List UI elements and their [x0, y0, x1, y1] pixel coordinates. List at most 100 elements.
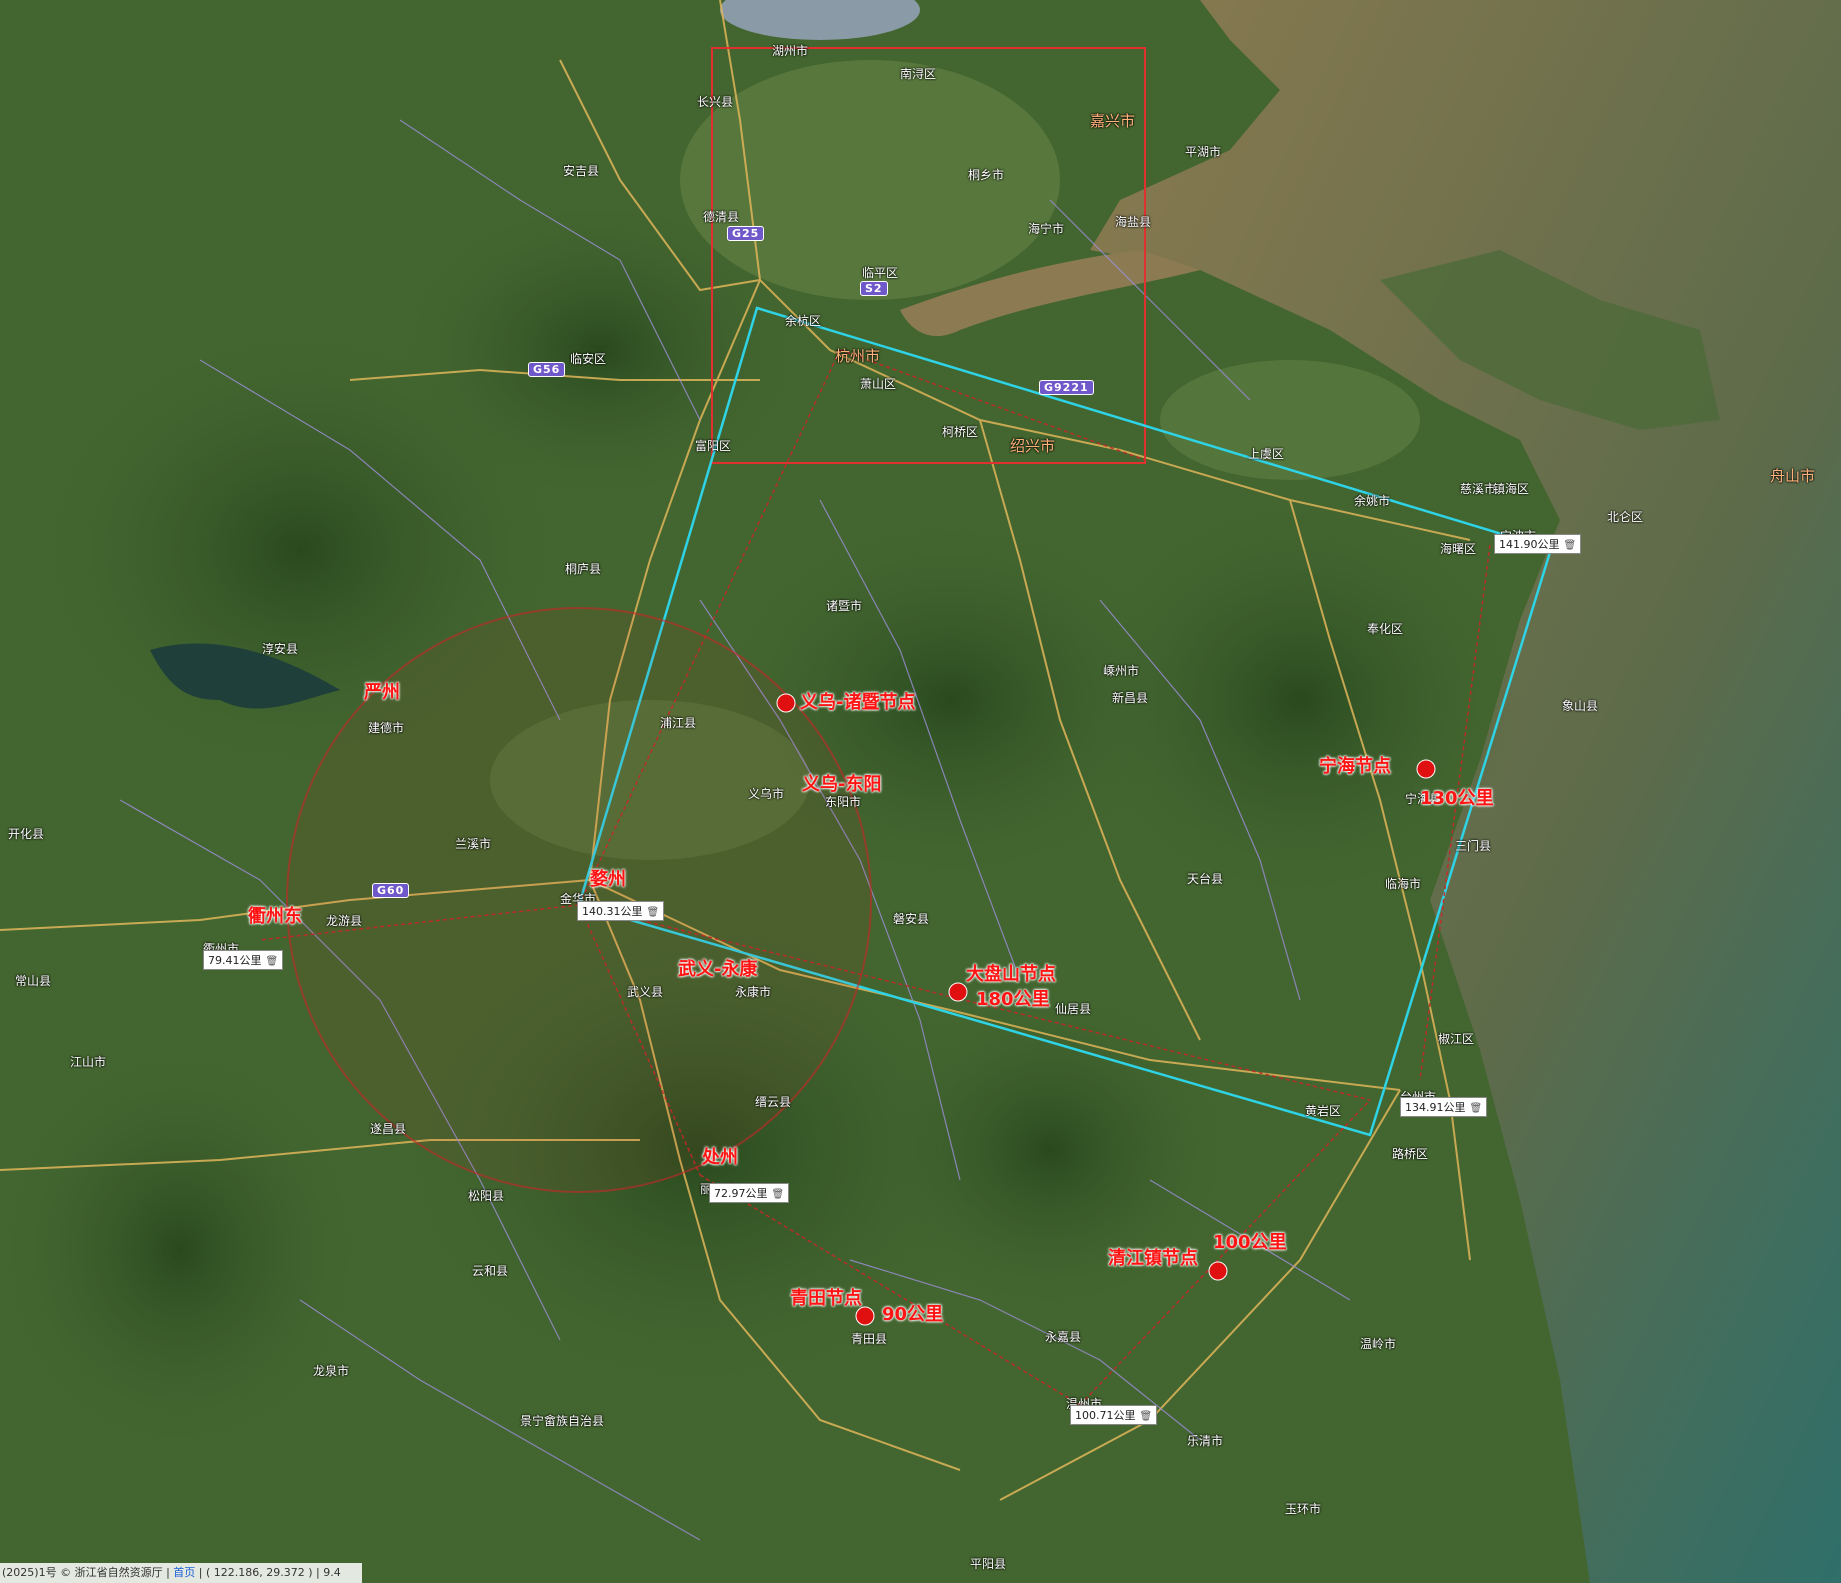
node-yiwu-zhuji[interactable] [776, 693, 796, 713]
place-label: 仙居县 [1055, 1002, 1092, 1016]
place-label: 浦江县 [660, 716, 697, 730]
annotation-wuzhou: 婺州 [590, 869, 626, 890]
place-label: 义乌市 [748, 787, 785, 801]
place-label: 云和县 [472, 1264, 509, 1278]
place-label: 永康市 [735, 985, 772, 999]
place-label: 武义县 [627, 985, 664, 999]
place-label: 海宁市 [1028, 222, 1065, 236]
place-label: 临海市 [1385, 877, 1422, 891]
trash-icon[interactable]: 🗑 [266, 956, 279, 967]
distance-label: 141.90公里 🗑 [1494, 534, 1582, 554]
place-label: 临安区 [570, 352, 607, 366]
distance-label: 79.41公里 🗑 [203, 950, 284, 970]
hangzhou-bay-box[interactable] [711, 47, 1146, 464]
distance-value: 140.31公里 [582, 905, 643, 918]
distance-value: 141.90公里 [1499, 538, 1560, 551]
place-label: 遂昌县 [370, 1122, 407, 1136]
distance-value: 134.91公里 [1405, 1101, 1466, 1114]
status-bar: (2025)1号 © 浙江省自然资源厅 | 首页 | ( 122.186, 29… [0, 1563, 362, 1583]
coordinate-readout: ( 122.186, 29.372 ) [205, 1566, 313, 1579]
trash-icon[interactable]: 🗑 [772, 1189, 785, 1200]
copyright-text: (2025)1号 © 浙江省自然资源厅 [2, 1566, 163, 1579]
node-ninghai[interactable] [1416, 759, 1436, 779]
node-dapanshan[interactable] [948, 982, 968, 1002]
road-shield-g56: G56 [528, 362, 566, 377]
place-label: 海盐县 [1115, 215, 1152, 229]
place-label: 奉化区 [1367, 622, 1404, 636]
place-label: 富阳区 [695, 439, 732, 453]
distance-label: 140.31公里 🗑 [577, 901, 665, 921]
home-link[interactable]: 首页 [173, 1566, 195, 1579]
place-label: 开化县 [8, 827, 45, 841]
place-label: 嘉兴市 [1090, 112, 1136, 130]
place-label: 磐安县 [893, 912, 930, 926]
place-label: 德清县 [703, 210, 740, 224]
distance-label: 72.97公里 🗑 [709, 1183, 790, 1203]
place-label: 温岭市 [1360, 1337, 1397, 1351]
annotation-chuzhou: 处州 [702, 1147, 738, 1168]
place-label: 路桥区 [1392, 1147, 1429, 1161]
trash-icon[interactable]: 🗑 [1470, 1103, 1483, 1114]
place-label: 北仑区 [1607, 510, 1644, 524]
place-label: 余杭区 [785, 314, 822, 328]
place-label: 舟山市 [1770, 467, 1816, 485]
place-label: 慈溪市 [1460, 482, 1497, 496]
place-label: 上虞区 [1248, 447, 1285, 461]
road-shield-g60: G60 [372, 883, 410, 898]
place-label: 临平区 [862, 266, 899, 280]
place-label: 江山市 [70, 1055, 107, 1069]
place-label: 柯桥区 [942, 425, 979, 439]
trash-icon[interactable]: 🗑 [647, 907, 660, 918]
annotation-qingtian-distance: 90公里 [882, 1304, 944, 1325]
place-label: 余姚市 [1354, 494, 1391, 508]
annotation-yiwu-zhuji: 义乌-诸暨节点 [800, 692, 916, 713]
place-label: 景宁畲族自治县 [520, 1414, 605, 1428]
annotation-wuyi-yongkang: 武义-永康 [678, 959, 758, 980]
annotation-qingtian: 青田节点 [790, 1288, 862, 1309]
annotation-dapanshan-distance: 180公里 [976, 989, 1050, 1010]
place-label: 椒江区 [1438, 1032, 1475, 1046]
place-label: 海曙区 [1440, 542, 1477, 556]
line-hangzhou-shaoxing [839, 349, 1146, 461]
distance-value: 100.71公里 [1075, 1409, 1136, 1422]
place-label: 平阳县 [970, 1557, 1007, 1571]
trash-icon[interactable]: 🗑 [1140, 1411, 1153, 1422]
place-label: 龙泉市 [313, 1364, 350, 1378]
line-ningbo-taizhou [1419, 544, 1491, 1081]
place-label: 青田县 [851, 1332, 888, 1346]
place-label: 杭州市 [835, 347, 881, 365]
place-label: 桐庐县 [565, 562, 602, 576]
place-label: 南浔区 [900, 67, 937, 81]
road-shield-s2: S2 [860, 281, 888, 296]
place-label: 新昌县 [1112, 691, 1149, 705]
place-label: 象山县 [1562, 699, 1599, 713]
place-label: 桐乡市 [968, 168, 1005, 182]
annotation-ninghai-distance: 130公里 [1420, 788, 1494, 809]
road-shield-g9221: G9221 [1039, 380, 1094, 395]
annotation-yanzhou: 严州 [364, 682, 400, 703]
node-qingjiang[interactable] [1208, 1261, 1228, 1281]
place-label: 缙云县 [755, 1095, 792, 1109]
place-label: 永嘉县 [1045, 1330, 1082, 1344]
trash-icon[interactable]: 🗑 [1564, 540, 1577, 551]
place-label: 兰溪市 [455, 837, 492, 851]
distance-label: 134.91公里 🗑 [1400, 1097, 1488, 1117]
distance-value: 79.41公里 [208, 954, 262, 967]
place-label: 嵊州市 [1103, 664, 1140, 678]
place-label: 天台县 [1187, 872, 1224, 886]
place-label: 黄岩区 [1305, 1104, 1342, 1118]
place-label: 建德市 [368, 721, 405, 735]
place-label: 镇海区 [1493, 482, 1530, 496]
line-lishui-wenzhou [699, 1174, 1081, 1406]
place-label: 湖州市 [772, 44, 809, 58]
place-label: 三门县 [1455, 839, 1492, 853]
place-label: 淳安县 [262, 642, 299, 656]
annotation-qingjiang: 清江镇节点 [1108, 1248, 1198, 1269]
map-view[interactable]: 湖州市 嘉兴市 舟山市 杭州市 绍兴市 宁波市 台州市 丽水市 金华市 衢州市 … [0, 0, 1841, 1583]
annotation-ninghai: 宁海节点 [1319, 756, 1391, 777]
annotation-dapanshan: 大盘山节点 [966, 964, 1056, 985]
place-label: 龙游县 [326, 914, 363, 928]
road-shield-g25: G25 [727, 226, 765, 241]
place-label: 玉环市 [1285, 1502, 1322, 1516]
analysis-overlay-layer [259, 47, 1553, 1406]
